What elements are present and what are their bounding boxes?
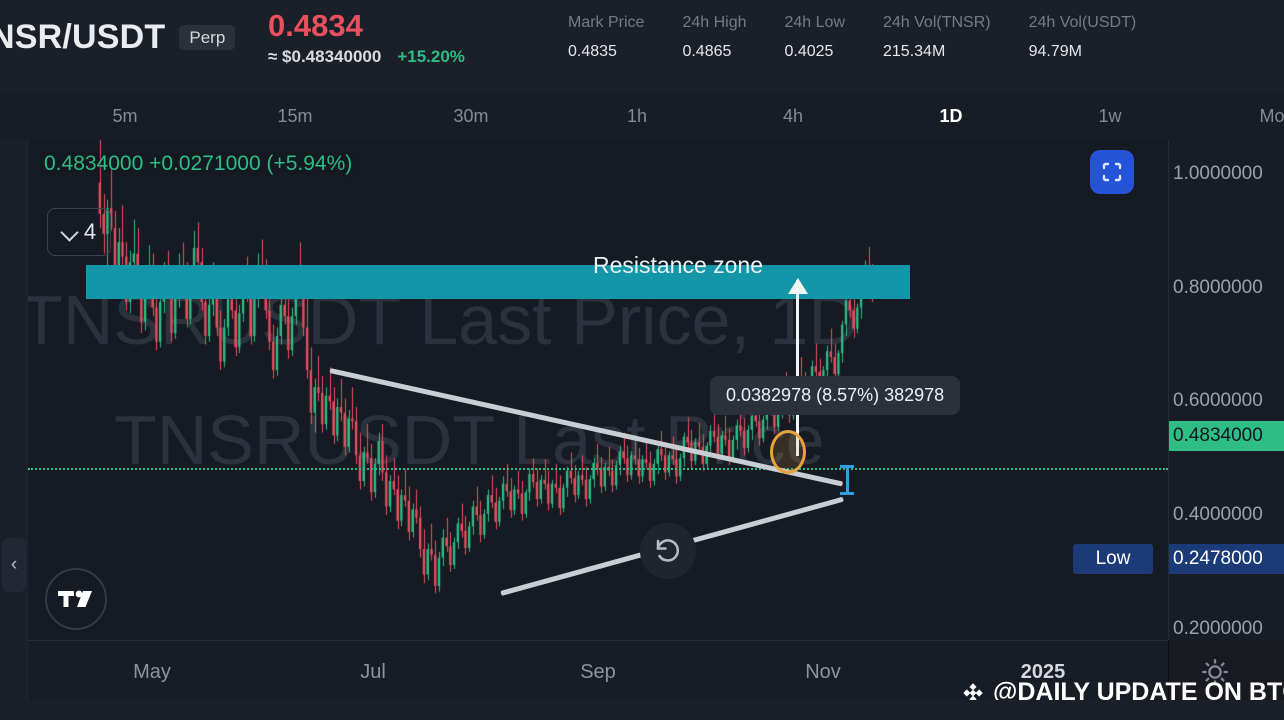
- timeframe-1w[interactable]: 1w: [1098, 106, 1121, 127]
- market-stat-4: 24h Vol(USDT) 94.79M: [1029, 14, 1137, 61]
- price-tick-1: 0.8000000: [1173, 276, 1263, 298]
- market-stat-label: Mark Price: [568, 14, 645, 31]
- market-stat-label: 24h Low: [784, 14, 846, 31]
- timeframe-1D[interactable]: 1D: [939, 106, 962, 127]
- last-price: 0.4834: [268, 8, 363, 43]
- market-stat-label: 24h Vol(USDT): [1028, 14, 1137, 31]
- market-header: NSR/USDT Perp 0.4834 ≈ $0.48340000 +15.2…: [0, 0, 1284, 92]
- reset-arrow-icon: [656, 539, 680, 562]
- measure-arrow-head-icon: [788, 278, 808, 294]
- last-price-block: 0.4834 ≈ $0.48340000 +15.20%: [268, 8, 465, 67]
- market-stats: Mark Price 0.4835 24h High 0.4865 24h Low 0.4…: [568, 14, 1136, 61]
- price-chart[interactable]: TNSRUSDT Last Price, 1D TNSRUSDT Last Pr…: [28, 140, 1168, 640]
- market-stat-1: 24h High 0.4865: [682, 14, 746, 61]
- measurement-tooltip: 0.0382978 (8.57%) 382978: [710, 376, 961, 415]
- breakout-circle-annotation[interactable]: [770, 430, 806, 474]
- left-toolbar-rail: ‹: [0, 140, 28, 720]
- tradingview-logo-icon: [58, 590, 92, 607]
- contract-type-badge: Perp: [179, 25, 236, 50]
- timeframe-4h[interactable]: 4h: [783, 106, 803, 127]
- price-tick-4: 0.2000000: [1173, 617, 1263, 639]
- market-stat-value: 0.4835: [568, 43, 617, 60]
- fullscreen-button[interactable]: [1090, 150, 1134, 194]
- time-tick-May: May: [133, 661, 171, 683]
- resistance-zone-label: Resistance zone: [592, 252, 764, 278]
- fullscreen-icon: [1102, 162, 1122, 182]
- timeframe-15m[interactable]: 15m: [277, 106, 312, 127]
- timeframe-1h[interactable]: 1h: [627, 106, 647, 127]
- market-stat-0: Mark Price 0.4835: [568, 14, 644, 61]
- trading-chart-screen: NSR/USDT Perp 0.4834 ≈ $0.48340000 +15.2…: [0, 0, 1284, 720]
- text-cursor-icon: [840, 464, 854, 495]
- price-tick-3: 0.4000000: [1173, 504, 1263, 525]
- low-badge-label: Low: [1073, 544, 1153, 574]
- symbol-name: NSR/USDT: [0, 18, 166, 56]
- market-stat-2: 24h Low 0.4025: [785, 14, 846, 61]
- tradingview-logo: [45, 568, 107, 630]
- last-price-usd: ≈ $0.48340000: [268, 46, 382, 66]
- timeframe-bar: 5m 15m 30m 1h 4h 1D 1w Mo: [0, 92, 1284, 140]
- market-stat-label: 24h High: [682, 14, 747, 31]
- reset-chart-button[interactable]: [640, 523, 696, 579]
- chart-legend: 0.4834000 +0.0271000 (+5.94%): [44, 152, 353, 175]
- market-stat-value: 0.4025: [784, 43, 834, 60]
- bottom-strip: [0, 700, 1284, 720]
- price-scale[interactable]: 0.4834000 0.2478000 Low 1.0000000 0.800000…: [1073, 140, 1284, 640]
- market-stat-label: 24h Vol(TNSR): [883, 14, 991, 31]
- price-tick-2: 0.6000000: [1173, 390, 1263, 412]
- time-tick-Sep: Sep: [580, 661, 616, 683]
- symbol-block[interactable]: NSR/USDT Perp: [0, 18, 236, 57]
- measure-arrow-shaft: [796, 280, 799, 456]
- current-price-tag: 0.4834000: [1169, 421, 1284, 451]
- timeframe-5m[interactable]: 5m: [112, 106, 137, 127]
- last-price-line: [28, 467, 1168, 470]
- market-stat-value: 0.4865: [682, 43, 732, 60]
- market-stat-value: 94.79M: [1028, 43, 1082, 60]
- market-stat-3: 24h Vol(TNSR) 215.34M: [883, 14, 991, 61]
- bar-count-selector[interactable]: 4: [47, 208, 111, 256]
- price-tick-0: 1.0000000: [1173, 163, 1263, 185]
- timeframe-Mo[interactable]: Mo: [1259, 106, 1284, 127]
- price-change-percent: +15.20%: [397, 46, 465, 66]
- chevron-down-icon: [62, 224, 78, 240]
- collapse-panel-chevron-icon[interactable]: ‹: [2, 538, 26, 592]
- market-stat-value: 215.34M: [883, 43, 946, 60]
- low-price-tag: 0.2478000 Low: [1073, 544, 1284, 574]
- bar-count-value: 4: [83, 219, 97, 244]
- time-tick-Jul: Jul: [360, 661, 386, 683]
- time-tick-Nov: Nov: [805, 661, 841, 683]
- timeframe-30m[interactable]: 30m: [453, 106, 488, 127]
